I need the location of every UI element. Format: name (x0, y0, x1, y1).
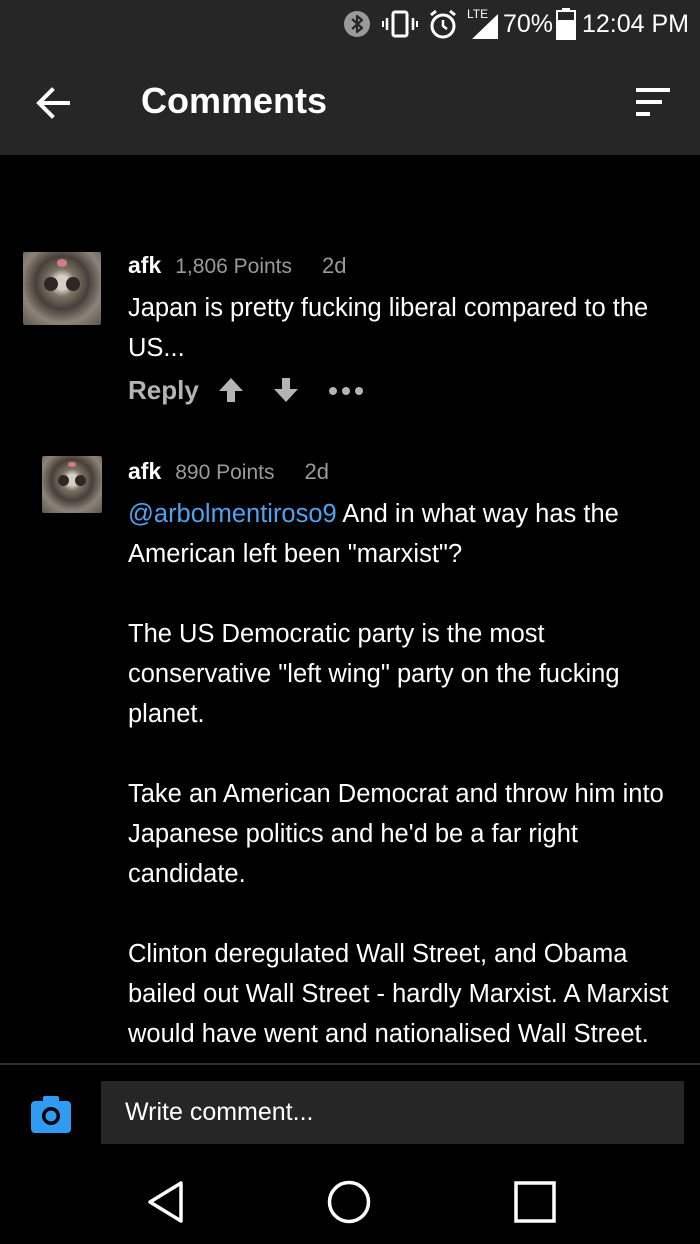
comment-meta: afk 1,806 Points 2d (128, 250, 347, 284)
back-triangle-icon[interactable] (145, 1179, 187, 1225)
battery-icon (556, 8, 576, 40)
comment-text: Japan is pretty fucking liberal compared… (128, 294, 649, 362)
system-nav-bar (0, 1160, 700, 1244)
page-title: Comments (141, 80, 328, 121)
more-options-icon[interactable] (328, 386, 364, 396)
status-bar: LTE 70% 12:04 PM (0, 0, 700, 48)
user-mention[interactable]: @arbolmentiroso9 (128, 500, 337, 528)
battery-percent: 70% (503, 10, 554, 38)
comment-text: @arbolmentiroso9 And in what way has the… (128, 500, 669, 1048)
points: 1,806 Points (175, 255, 293, 278)
avatar[interactable] (42, 456, 102, 513)
comment-composer (0, 1063, 700, 1160)
sort-icon[interactable] (630, 82, 674, 122)
upvote-icon[interactable] (218, 376, 244, 404)
comment-meta: afk 890 Points 2d (128, 456, 329, 490)
app-bar: Comments (0, 48, 700, 155)
signal-icon (472, 14, 498, 39)
reply-button[interactable]: Reply (128, 372, 199, 408)
comment-reply: afk 890 Points 2d @arbolmentiroso9 And in … (0, 456, 700, 1063)
bluetooth-icon (344, 11, 370, 37)
comment-age: 2d (304, 459, 329, 484)
camera-icon[interactable] (31, 1095, 71, 1133)
recents-square-icon[interactable] (513, 1179, 557, 1225)
alarm-icon (430, 9, 456, 39)
clock: 12:04 PM (582, 10, 690, 38)
home-circle-icon[interactable] (326, 1179, 372, 1225)
username[interactable]: afk (128, 252, 161, 278)
username[interactable]: afk (128, 458, 161, 484)
downvote-icon[interactable] (273, 376, 299, 404)
comment-input[interactable] (101, 1081, 684, 1144)
arrow-left-icon[interactable] (30, 79, 78, 127)
comment: afk 1,806 Points 2d Japan is pretty fuckin… (0, 250, 700, 410)
comment-age: 2d (322, 253, 347, 278)
points: 890 Points (175, 461, 275, 484)
avatar[interactable] (23, 252, 101, 325)
vibrate-icon (382, 10, 418, 38)
